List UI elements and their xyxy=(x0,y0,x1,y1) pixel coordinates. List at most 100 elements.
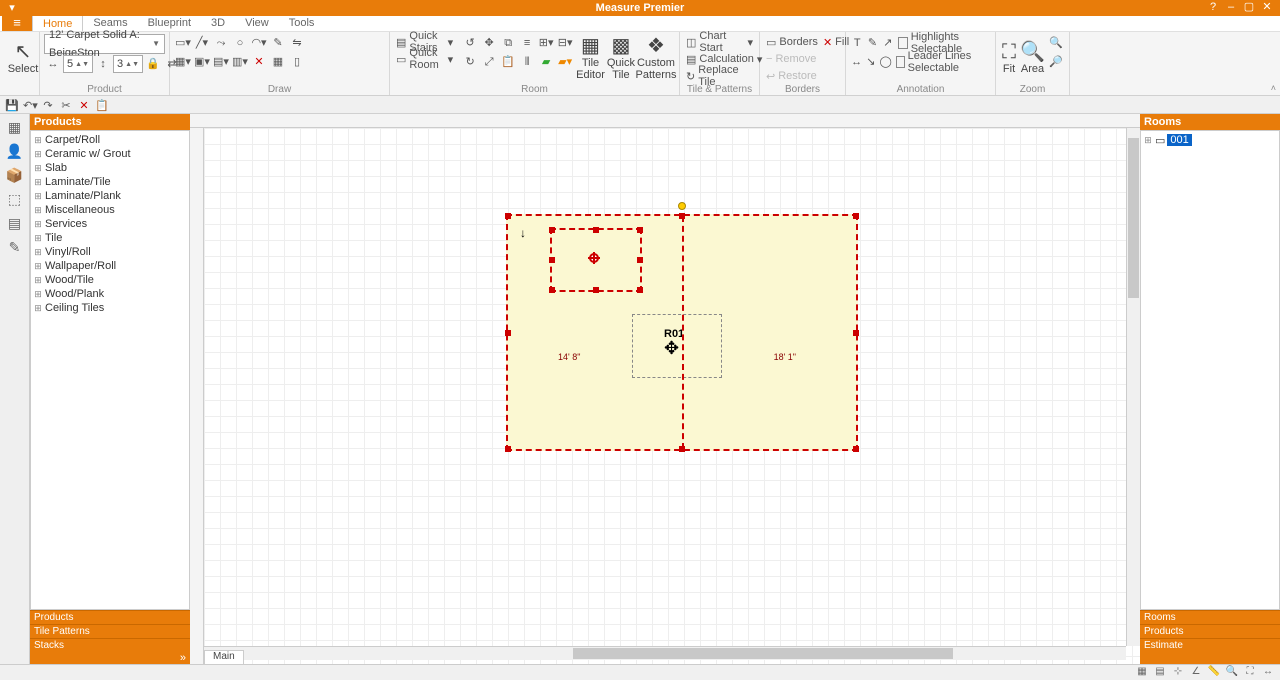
product-tree-item[interactable]: ⊞Slab xyxy=(33,161,187,175)
tab-tools[interactable]: Tools xyxy=(279,15,325,31)
product-tree-item[interactable]: ⊞Wood/Plank xyxy=(33,287,187,301)
status-extent-icon[interactable]: ⛶ xyxy=(1242,666,1258,680)
paste-icon[interactable]: 📋 xyxy=(499,53,517,71)
product-tree-item[interactable]: ⊞Vinyl/Roll xyxy=(33,245,187,259)
status-ortho-icon[interactable]: ⊹ xyxy=(1170,666,1186,680)
polyline-icon[interactable]: ⤳ xyxy=(212,34,230,52)
lock-icon[interactable]: 🔒 xyxy=(144,55,162,73)
circle-icon[interactable]: ○ xyxy=(231,34,249,52)
left-stack-stacks[interactable]: Stacks xyxy=(30,638,190,652)
undo-icon[interactable]: ↶▾ xyxy=(22,97,38,113)
expand-icon[interactable]: ⊞ xyxy=(33,219,43,230)
left-stack-tile-patterns[interactable]: Tile Patterns xyxy=(30,624,190,638)
product-selector[interactable]: 12' Carpet Solid A: BeigeSton ▼ xyxy=(44,34,165,54)
expand-icon[interactable]: ⊞ xyxy=(33,191,43,202)
expand-icon[interactable]: ⊞ xyxy=(33,177,43,188)
canvas[interactable]: R01 ✥ 14' 8" 18' 1" ↓ Main xyxy=(190,114,1140,664)
text-icon[interactable]: T xyxy=(850,34,864,52)
close-icon[interactable] xyxy=(1258,1,1276,15)
line-icon[interactable]: ╱▾ xyxy=(193,34,211,52)
product-tree-item[interactable]: ⊞Carpet/Roll xyxy=(33,133,187,147)
app-menu-icon[interactable]: ▾ xyxy=(2,1,22,15)
freehand-icon[interactable]: ✎ xyxy=(269,34,287,52)
leader-check[interactable]: Leader Lines Selectable xyxy=(894,54,991,70)
custom-patterns-button[interactable]: ❖Custom Patterns xyxy=(637,34,675,82)
toolstrip-edit-icon[interactable]: ✎ xyxy=(3,236,27,258)
copy-icon[interactable]: ⧉ xyxy=(499,34,517,52)
expand-icon[interactable]: ⊞ xyxy=(33,261,43,272)
borders-button[interactable]: ▭Borders xyxy=(764,34,820,50)
room-l-icon[interactable]: ▣▾ xyxy=(193,53,211,71)
expand-icon[interactable]: ⊞ xyxy=(33,233,43,244)
leader-icon[interactable]: ↘ xyxy=(864,53,877,71)
room-rect-icon[interactable]: ▦▾ xyxy=(174,53,192,71)
delete-icon[interactable]: ✕ xyxy=(250,53,268,71)
paste-icon[interactable]: 📋 xyxy=(94,97,110,113)
expand-icon[interactable]: ⊞ xyxy=(33,289,43,300)
center-marker-icon[interactable] xyxy=(589,253,599,263)
color-icon[interactable]: ▰▾ xyxy=(556,53,574,71)
toolstrip-user-icon[interactable]: 👤 xyxy=(3,140,27,162)
toolstrip-cube-icon[interactable]: ⬚ xyxy=(3,188,27,210)
quick-room-button[interactable]: ▭Quick Room▾ xyxy=(394,51,455,67)
product-tree-item[interactable]: ⊞Ceiling Tiles xyxy=(33,301,187,315)
callout-icon[interactable]: ◯ xyxy=(878,53,892,71)
rotate-cw-icon[interactable]: ↻ xyxy=(461,53,479,71)
room-u-icon[interactable]: ▥▾ xyxy=(231,53,249,71)
expand-icon[interactable]: ⊞ xyxy=(33,135,43,146)
expand-icon[interactable]: ⊞ xyxy=(1143,135,1153,146)
chart-start-button[interactable]: ◫Chart Start▾ xyxy=(684,34,755,50)
quick-tile-button[interactable]: ▩Quick Tile xyxy=(607,34,635,82)
status-angle-icon[interactable]: ∠ xyxy=(1188,666,1204,680)
scale-icon[interactable]: ⤢ xyxy=(480,53,498,71)
arc-icon[interactable]: ◠▾ xyxy=(250,34,268,52)
toolstrip-home-icon[interactable]: ▦ xyxy=(3,116,27,138)
expand-icon[interactable]: ⊞ xyxy=(33,149,43,160)
highlights-check[interactable]: Highlights Selectable xyxy=(896,35,991,51)
zoom-in-icon[interactable]: 🔍 xyxy=(1047,34,1065,52)
dim-icon[interactable]: ↔ xyxy=(850,53,863,71)
group-icon[interactable]: ⊞▾ xyxy=(537,34,555,52)
right-stack-rooms[interactable]: Rooms xyxy=(1140,610,1280,624)
product-tree-item[interactable]: ⊞Ceramic w/ Grout xyxy=(33,147,187,161)
door-icon[interactable]: ▯ xyxy=(288,53,306,71)
height-spinner[interactable]: 3▲▼ xyxy=(113,55,143,73)
replace-tile-button[interactable]: ↻Replace Tile xyxy=(684,68,755,84)
product-tree-item[interactable]: ⊞Services xyxy=(33,217,187,231)
rooms-tree[interactable]: ⊞ ▭ 001 xyxy=(1140,130,1280,610)
zoom-fit-button[interactable]: ⛶Fit xyxy=(1000,34,1018,82)
redo-icon[interactable]: ↷ xyxy=(40,97,56,113)
ungroup-icon[interactable]: ⊟▾ xyxy=(556,34,574,52)
rotate-ccw-icon[interactable]: ↺ xyxy=(461,34,479,52)
help-icon[interactable]: ? xyxy=(1204,1,1222,15)
product-tree-item[interactable]: ⊞Wood/Tile xyxy=(33,273,187,287)
mirror-icon[interactable]: ⇋ xyxy=(288,34,306,52)
zoom-out-icon[interactable]: 🔎 xyxy=(1047,53,1065,71)
toolstrip-table-icon[interactable]: ▤ xyxy=(3,212,27,234)
note-icon[interactable]: ✎ xyxy=(865,34,879,52)
expand-icon[interactable]: ⊞ xyxy=(33,303,43,314)
rotate-handle[interactable] xyxy=(678,202,686,210)
product-tree-item[interactable]: ⊞Miscellaneous xyxy=(33,203,187,217)
products-tree[interactable]: ⊞Carpet/Roll⊞Ceramic w/ Grout⊞Slab ⊞Lamin… xyxy=(30,130,190,610)
cut-icon[interactable]: ✂ xyxy=(58,97,74,113)
room-t-icon[interactable]: ▤▾ xyxy=(212,53,230,71)
right-stack-products[interactable]: Products xyxy=(1140,624,1280,638)
tile-editor-button[interactable]: ▦Tile Editor xyxy=(576,34,605,82)
rooms-tree-item[interactable]: ⊞ ▭ 001 xyxy=(1143,133,1277,147)
select-tool[interactable]: ↖ Select xyxy=(4,34,42,82)
left-stack-products[interactable]: Products xyxy=(30,610,190,624)
hamburger-icon[interactable]: ≡ xyxy=(2,15,32,31)
expand-icon[interactable]: ⊞ xyxy=(33,205,43,216)
scrollbar-vertical[interactable] xyxy=(1126,128,1140,646)
tab-3d[interactable]: 3D xyxy=(201,15,235,31)
save-icon[interactable]: 💾 xyxy=(4,97,20,113)
product-tree-item[interactable]: ⊞Tile xyxy=(33,231,187,245)
align-icon[interactable]: ≡ xyxy=(518,34,536,52)
product-tree-item[interactable]: ⊞Wallpaper/Roll xyxy=(33,259,187,273)
fill-icon[interactable]: ▰ xyxy=(537,53,555,71)
arrow-icon[interactable]: ↗ xyxy=(881,34,895,52)
scrollbar-horizontal[interactable] xyxy=(204,646,1126,660)
room-main[interactable]: R01 ✥ 14' 8" 18' 1" ↓ xyxy=(506,214,858,451)
product-tree-item[interactable]: ⊞Laminate/Plank xyxy=(33,189,187,203)
